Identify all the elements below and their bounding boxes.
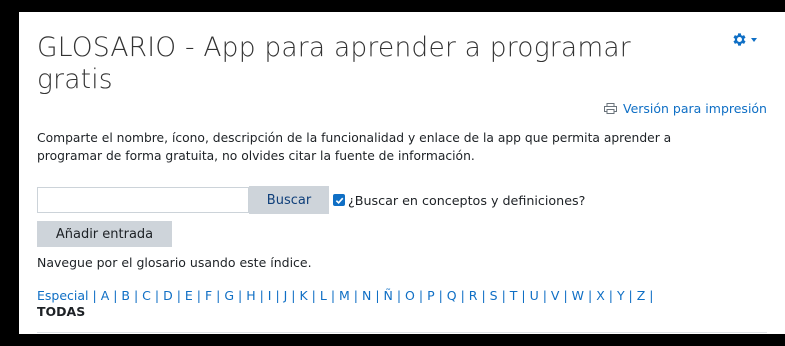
- index-separator: |: [349, 288, 362, 303]
- index-separator: |: [392, 288, 406, 303]
- index-separator: |: [477, 288, 490, 303]
- index-separator: |: [255, 288, 268, 303]
- full-search-checkbox[interactable]: [333, 194, 345, 206]
- full-search-option[interactable]: ¿Buscar en conceptos y definiciones?: [333, 193, 585, 208]
- index-letter-link[interactable]: E: [185, 288, 193, 303]
- index-letter-link[interactable]: S: [490, 288, 498, 303]
- index-link-especial[interactable]: Especial: [37, 288, 89, 303]
- index-letter-link[interactable]: H: [246, 288, 255, 303]
- index-letter-link[interactable]: G: [224, 288, 234, 303]
- printer-icon: [603, 103, 617, 114]
- gear-icon: [733, 32, 746, 46]
- index-separator: |: [624, 288, 637, 303]
- index-separator: |: [172, 288, 185, 303]
- divider: [37, 332, 767, 333]
- index-separator: |: [234, 288, 247, 303]
- search-button[interactable]: Buscar: [249, 186, 329, 214]
- index-separator: |: [287, 288, 300, 303]
- print-version-link[interactable]: Versión para impresión: [603, 101, 767, 116]
- glossary-panel: GLOSARIO - App para aprender a programar…: [19, 12, 785, 334]
- index-separator: |: [109, 288, 122, 303]
- index-separator: |: [517, 288, 530, 303]
- page-title: GLOSARIO - App para aprender a programar…: [37, 32, 631, 95]
- index-letter-link[interactable]: N: [362, 288, 371, 303]
- index-separator: |: [497, 288, 510, 303]
- index-separator: |: [456, 288, 469, 303]
- index-letter-link[interactable]: U: [530, 288, 539, 303]
- index-letter-link[interactable]: M: [339, 288, 350, 303]
- index-separator: |: [604, 288, 617, 303]
- settings-menu-button[interactable]: [731, 30, 765, 48]
- search-input[interactable]: [37, 187, 249, 213]
- index-letter-link[interactable]: Ñ: [384, 288, 393, 303]
- index-separator: |: [559, 288, 572, 303]
- browse-instructions: Navegue por el glosario usando este índi…: [37, 255, 312, 270]
- index-letter-link[interactable]: Y: [617, 288, 625, 303]
- checkmark-icon: [335, 197, 343, 204]
- add-entry-button[interactable]: Añadir entrada: [37, 221, 172, 247]
- search-form: Buscar ¿Buscar en conceptos y definicion…: [37, 186, 585, 214]
- index-letter-link[interactable]: Q: [447, 288, 457, 303]
- index-letter-link[interactable]: A: [101, 288, 110, 303]
- index-separator: |: [130, 288, 143, 303]
- index-separator: |: [212, 288, 225, 303]
- full-search-label: ¿Buscar en conceptos y definiciones?: [348, 192, 586, 208]
- index-separator: |: [434, 288, 447, 303]
- index-separator: |: [150, 288, 164, 303]
- index-letter-link[interactable]: P: [427, 288, 435, 303]
- alphabet-index: Especial | A | B | C | D | E | F | G | H…: [37, 288, 777, 320]
- index-letter-link[interactable]: B: [121, 288, 130, 303]
- index-separator: |: [645, 288, 654, 303]
- index-separator: |: [371, 288, 384, 303]
- index-separator: |: [307, 288, 320, 303]
- index-letter-link[interactable]: W: [572, 288, 584, 303]
- index-separator: |: [326, 288, 340, 303]
- glossary-description: Comparte el nombre, ícono, descripción d…: [37, 131, 672, 163]
- index-letter-link[interactable]: X: [596, 288, 605, 303]
- index-letter-link[interactable]: K: [300, 288, 308, 303]
- index-separator: |: [538, 288, 551, 303]
- caret-down-icon: [751, 38, 757, 42]
- index-separator: |: [271, 288, 284, 303]
- index-all-current: TODAS: [37, 304, 86, 319]
- index-separator: |: [414, 288, 428, 303]
- index-separator: |: [584, 288, 597, 303]
- index-separator: |: [192, 288, 205, 303]
- index-letter-link[interactable]: O: [405, 288, 415, 303]
- print-version-label: Versión para impresión: [622, 101, 767, 116]
- index-separator: |: [92, 288, 101, 303]
- index-letter-link[interactable]: L: [320, 288, 327, 303]
- index-letter-link[interactable]: D: [163, 288, 173, 303]
- index-letter-link[interactable]: C: [142, 288, 151, 303]
